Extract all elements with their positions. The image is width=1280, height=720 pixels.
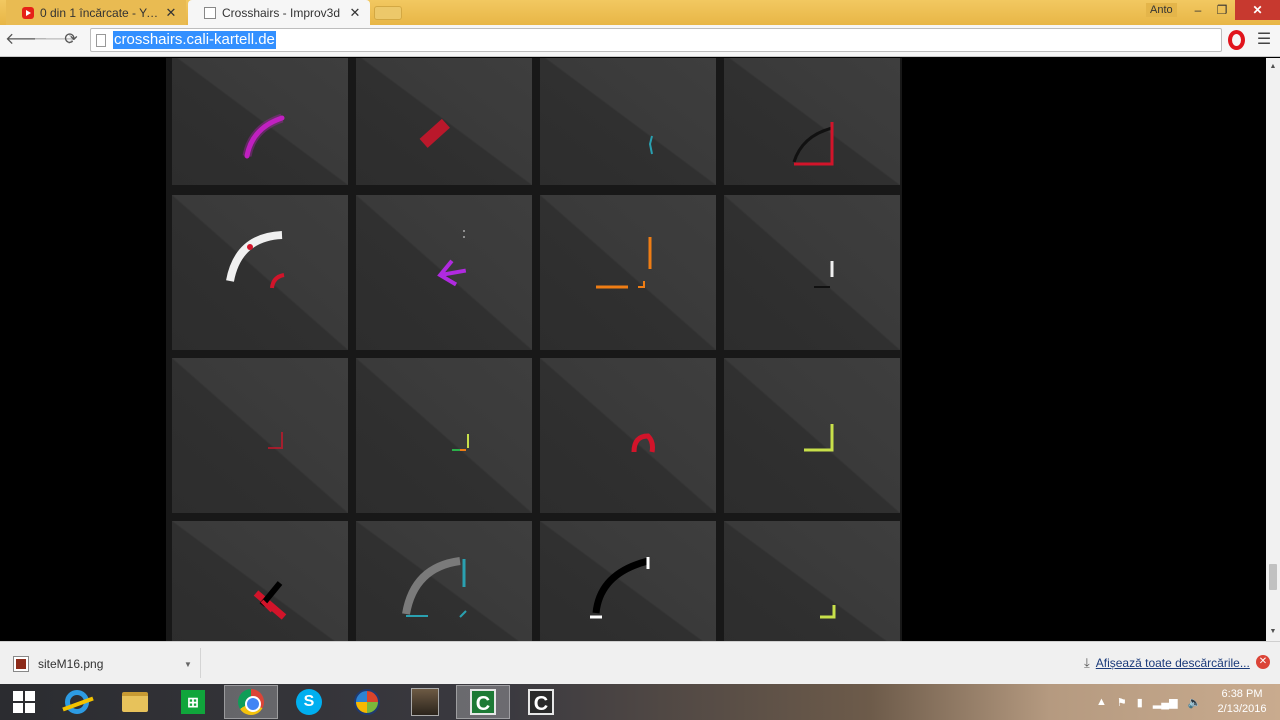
crosshair-tile[interactable] bbox=[724, 358, 900, 513]
show-all-downloads-link[interactable]: ⤓ Afișează toate descărcările... bbox=[1084, 655, 1250, 671]
tab-youtube[interactable]: 0 din 1 încărcate - YouTub ✕ bbox=[6, 0, 186, 25]
tab-title: 0 din 1 încărcate - YouTub bbox=[40, 5, 164, 20]
tab-crosshairs[interactable]: Crosshairs - Improv3d ✕ bbox=[188, 0, 370, 25]
crosshair-tile[interactable] bbox=[724, 58, 900, 185]
file-explorer-icon[interactable] bbox=[108, 685, 162, 719]
taskbar: ⊞ S C C ▲ ⚑ ▮ ▂▄▆ 🔈 6:38 PM 2/13/2016 bbox=[0, 684, 1280, 720]
crosshair-preview bbox=[804, 424, 834, 452]
back-arrow-icon[interactable]: 🡐 bbox=[5, 29, 48, 51]
image-file-icon bbox=[13, 656, 29, 672]
browser-toolbar: 🡐 🡒 ⟳ crosshairs.cali-kartell.de ☆ ☰ bbox=[0, 25, 1280, 57]
close-shelf-icon[interactable]: ✕ bbox=[1256, 655, 1270, 669]
profile-button[interactable]: Anto bbox=[1146, 3, 1177, 17]
crosshair-preview bbox=[820, 605, 836, 619]
crosshair-preview bbox=[590, 557, 650, 619]
volume-icon[interactable]: 🔈 bbox=[1188, 696, 1202, 709]
system-tray: ▲ ⚑ ▮ ▂▄▆ 🔈 bbox=[1096, 690, 1201, 714]
close-tab-icon[interactable]: ✕ bbox=[348, 5, 362, 21]
chevron-down-icon[interactable]: ▼ bbox=[184, 660, 196, 669]
crosshair-preview bbox=[631, 433, 655, 453]
crosshair-preview bbox=[226, 231, 285, 289]
crosshair-tile[interactable] bbox=[540, 58, 716, 185]
page-scrollbar[interactable]: ▲ ▼ bbox=[1266, 58, 1280, 641]
download-item[interactable]: siteM16.png ▼ bbox=[6, 648, 196, 680]
crosshair-tile[interactable] bbox=[724, 195, 900, 350]
crosshair-tile[interactable] bbox=[540, 358, 716, 513]
crosshair-preview bbox=[419, 118, 450, 148]
forward-arrow-icon[interactable]: 🡒 bbox=[33, 29, 76, 51]
clock-date: 2/13/2016 bbox=[1217, 703, 1267, 715]
opera-extension-icon[interactable] bbox=[1228, 30, 1245, 50]
expand-tray-icon[interactable]: ▲ bbox=[1096, 696, 1107, 708]
close-tab-icon[interactable]: ✕ bbox=[164, 5, 178, 21]
crosshair-preview bbox=[268, 432, 283, 449]
avatar-icon[interactable] bbox=[398, 685, 452, 719]
youtube-icon bbox=[22, 6, 34, 19]
crosshair-preview bbox=[596, 237, 652, 289]
download-shelf: siteM16.png ▼ ⤓ Afișează toate descărcăr… bbox=[0, 641, 1280, 684]
page-icon bbox=[204, 6, 216, 19]
skype-icon[interactable]: S bbox=[282, 685, 336, 719]
crosshair-grid bbox=[166, 58, 902, 641]
web-page bbox=[0, 58, 1266, 641]
network-icon[interactable]: ▂▄▆ bbox=[1153, 696, 1178, 709]
minimize-button[interactable]: – bbox=[1188, 0, 1208, 20]
download-icon: ⤓ bbox=[1084, 655, 1090, 670]
crosshair-tile[interactable] bbox=[356, 195, 532, 350]
crosshair-tile[interactable] bbox=[356, 521, 532, 641]
crosshair-preview bbox=[402, 557, 467, 618]
crosshair-tile[interactable] bbox=[540, 195, 716, 350]
menu-icon[interactable]: ☰ bbox=[1256, 30, 1272, 50]
crosshair-tile[interactable] bbox=[172, 58, 348, 185]
show-all-downloads-label: Afișează toate descărcările... bbox=[1095, 656, 1250, 670]
scroll-thumb[interactable] bbox=[1269, 564, 1277, 590]
chrome-icon[interactable] bbox=[224, 685, 278, 719]
divider bbox=[200, 648, 201, 678]
reload-icon[interactable]: ⟳ bbox=[60, 29, 82, 51]
new-tab-button[interactable] bbox=[374, 6, 402, 20]
crosshair-preview bbox=[242, 113, 285, 159]
scroll-down-icon[interactable]: ▼ bbox=[1266, 625, 1280, 639]
camtasia-icon[interactable]: C bbox=[456, 685, 510, 719]
crosshair-tile[interactable] bbox=[540, 521, 716, 641]
scroll-up-icon[interactable]: ▲ bbox=[1266, 60, 1280, 74]
start-icon[interactable] bbox=[0, 685, 48, 719]
crosshair-tile[interactable] bbox=[724, 521, 900, 641]
flag-icon[interactable]: ⚑ bbox=[1117, 696, 1127, 709]
camtasia-recorder-icon[interactable]: C bbox=[514, 685, 568, 719]
crosshair-preview bbox=[452, 434, 469, 451]
page-icon bbox=[96, 34, 106, 47]
close-window-button[interactable]: ✕ bbox=[1235, 0, 1280, 20]
crosshair-preview bbox=[648, 135, 653, 155]
crosshair-tile[interactable] bbox=[172, 195, 348, 350]
crosshair-preview bbox=[814, 261, 834, 288]
crosshair-preview bbox=[253, 581, 287, 620]
internet-explorer-icon[interactable] bbox=[50, 685, 104, 719]
crosshair-preview bbox=[792, 122, 834, 166]
tab-title: Crosshairs - Improv3d bbox=[222, 5, 341, 20]
crosshair-tile[interactable] bbox=[356, 58, 532, 185]
crosshair-tile[interactable] bbox=[172, 358, 348, 513]
store-icon[interactable]: ⊞ bbox=[166, 685, 220, 719]
crosshair-tile[interactable] bbox=[172, 521, 348, 641]
crosshair-tile[interactable] bbox=[356, 358, 532, 513]
clock-time: 6:38 PM bbox=[1221, 688, 1263, 700]
url-text[interactable]: crosshairs.cali-kartell.de bbox=[113, 31, 276, 49]
download-filename: siteM16.png bbox=[38, 657, 104, 671]
battery-icon[interactable]: ▮ bbox=[1137, 696, 1143, 709]
clock[interactable]: 6:38 PM 2/13/2016 bbox=[1212, 687, 1272, 717]
windows-icon[interactable] bbox=[340, 685, 394, 719]
browser-title-bar: 0 din 1 încărcate - YouTub ✕ Crosshairs … bbox=[0, 0, 1280, 25]
restore-button[interactable]: ❐ bbox=[1212, 0, 1232, 20]
crosshair-preview bbox=[437, 230, 467, 287]
address-bar[interactable]: crosshairs.cali-kartell.de ☆ bbox=[90, 28, 1222, 52]
